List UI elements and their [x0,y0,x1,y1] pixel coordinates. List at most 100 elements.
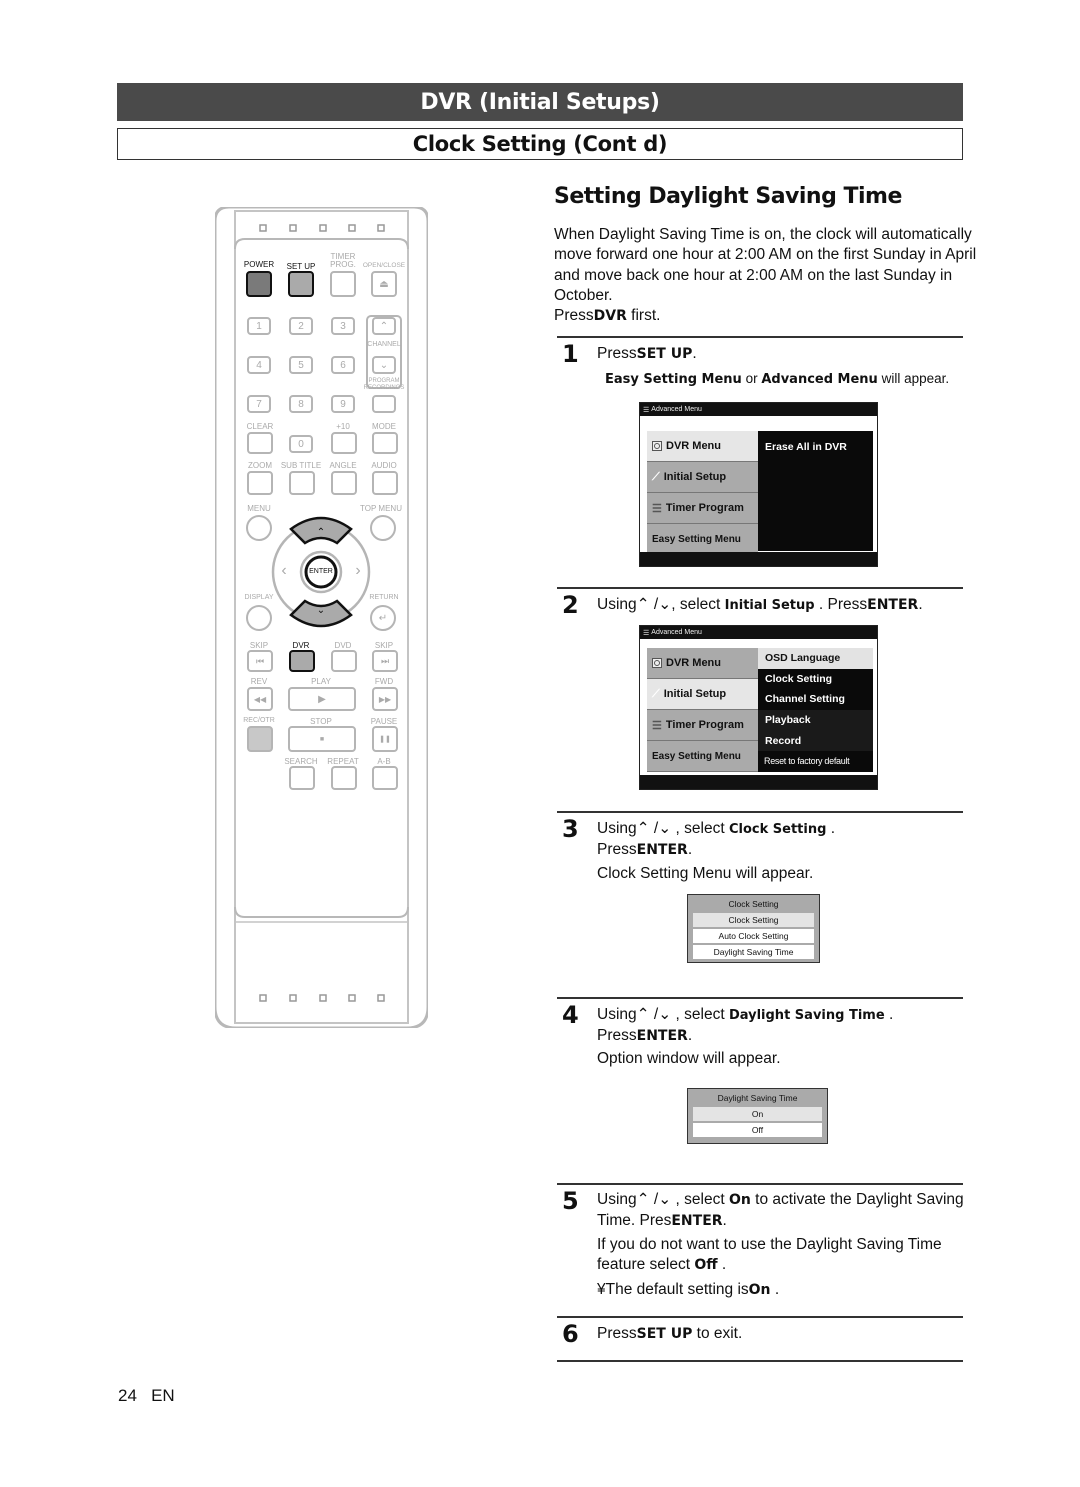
osd-item-timer-program[interactable]: ☰ Timer Program [647,493,758,524]
mode-button[interactable] [372,432,398,454]
section-banner: Clock Setting (Cont d) [117,128,963,160]
divider [557,811,963,813]
osd-title-bar: ☰ Advanced Menu [640,403,877,416]
stop-button[interactable]: ■ [288,726,356,752]
osd-item-reset[interactable]: Reset to factory default [758,751,873,772]
digit-0-button[interactable]: 0 [289,435,313,453]
enter-button[interactable]: ENTER [309,568,333,575]
osd-item-initial-setup[interactable]: ⟋ Initial Setup [647,462,758,493]
step-4-number: 4 [562,1001,579,1029]
repeat-button[interactable] [331,766,357,790]
top-menu-label: TOP MENU [360,504,402,513]
clock-setting-menu: Clock Setting Clock Setting Auto Clock S… [687,894,820,963]
top-menu-button[interactable] [370,515,396,541]
rec-otr-button[interactable] [247,726,273,752]
channel-up-button[interactable]: ⌃ [372,317,396,335]
osd-item-playback[interactable]: Playback [758,709,873,731]
timer-prog-label: TIMER PROG. [330,252,356,269]
search-button[interactable] [289,766,315,790]
left-arrow-icon[interactable]: ‹ [281,562,286,580]
down-arrow-icon[interactable]: ⌄ [317,605,325,616]
digit-2-button[interactable]: 2 [289,317,313,335]
up-arrow-icon[interactable]: ⌃ [317,527,325,538]
ab-button[interactable] [372,766,398,790]
channel-down-button[interactable]: ⌄ [372,356,396,374]
clear-button[interactable] [247,432,273,454]
osd-item-erase-all[interactable]: Erase All in DVR [758,431,873,462]
osd-item-dvr-menu[interactable]: DVR Menu [647,431,758,462]
osd-item-record[interactable]: Record [758,730,873,751]
audio-button[interactable] [372,471,398,495]
digit-1-button[interactable]: 1 [247,317,271,335]
setup-label: SET UP [286,262,316,271]
power-label: POWER [243,260,275,269]
step-5-note-2: ¥The default setting isOn . [597,1281,780,1298]
osd-item-clock-setting[interactable]: Clock Setting [758,669,873,690]
return-button[interactable]: ↵ [370,605,396,631]
step-5-number: 5 [562,1187,579,1215]
open-close-label: OPEN/CLOSE [362,262,406,269]
digit-9-button[interactable]: 9 [331,395,355,413]
osd-item-easy-setting[interactable]: Easy Setting Menu [647,524,758,555]
clock-menu-item[interactable]: Auto Clock Setting [693,929,814,943]
skip-fwd-button[interactable]: ⏭ [372,650,398,672]
digit-6-button[interactable]: 6 [331,356,355,374]
osd-item-easy-setting[interactable]: Easy Setting Menu [647,741,758,772]
step-1-note: Easy Setting Menu or Advanced Menu will … [605,371,950,387]
menu-button[interactable] [246,515,272,541]
advanced-menu-screen-1: ☰ Advanced Menu DVR Menu ⟋ Initial Setup ☰… [639,402,878,567]
play-button[interactable]: ▶ [288,687,356,711]
osd-item-dvr-menu[interactable]: DVR Menu [647,648,758,679]
skip-back-icon: ⏮ [255,655,265,666]
advanced-menu-screen-2: ☰ Advanced Menu DVR Menu ⟋ Initial Setup ☰… [639,625,878,790]
timer-prog-button[interactable] [330,271,356,297]
plus10-button[interactable] [331,432,357,454]
rev-label: REV [250,677,268,686]
wrench-icon: ⟋ [652,470,660,483]
divider [557,336,963,338]
dvd-button[interactable] [331,650,357,672]
chevron-down-icon: ⌄ [379,359,389,371]
angle-label: ANGLE [329,461,357,470]
angle-button[interactable] [331,471,357,495]
skip-back-label: SKIP [249,641,269,650]
fwd-button[interactable]: ▶▶ [372,687,398,711]
digit-4-button[interactable]: 4 [247,356,271,374]
step-6-text: PressSET UP to exit. [597,1325,743,1342]
clock-menu-item[interactable]: Clock Setting [693,913,814,927]
repeat-label: REPEAT [327,757,359,766]
eject-icon: ⏏ [379,278,389,290]
display-label: DISPLAY [244,594,274,601]
setup-button[interactable] [288,271,314,297]
osd-item-channel-setting[interactable]: Channel Setting [758,689,873,710]
step-3-number: 3 [562,815,579,843]
osd-title-bar: ☰ Advanced Menu [640,626,877,639]
subtitle-button[interactable] [289,471,315,495]
rev-button[interactable]: ◀◀ [247,687,273,711]
right-arrow-icon[interactable]: › [355,562,360,580]
dst-option-off[interactable]: Off [693,1123,822,1137]
subtitle-label: SUB TITLE [280,461,322,470]
remote-control-illustration: POWER SET UP TIMER PROG. OPEN/CLOSE ⏏ 1 2… [215,207,428,1028]
skip-fwd-icon: ⏭ [380,655,390,666]
osd-item-osd-language[interactable]: OSD Language [758,648,873,669]
power-button[interactable] [246,271,272,297]
osd-item-timer-program[interactable]: ☰ Timer Program [647,710,758,741]
digit-7-button[interactable]: 7 [247,395,271,413]
digit-5-button[interactable]: 5 [289,356,313,374]
pause-button[interactable]: ❚❚ [372,726,398,752]
dst-option-on[interactable]: On [693,1107,822,1121]
program-recordings-button[interactable] [372,395,396,413]
open-close-button[interactable]: ⏏ [371,271,397,297]
digit-8-button[interactable]: 8 [289,395,313,413]
clock-menu-item[interactable]: Daylight Saving Time [693,945,814,959]
skip-back-button[interactable]: ⏮ [247,650,273,672]
dvr-button[interactable] [289,650,315,672]
display-button[interactable] [246,605,272,631]
osd-item-initial-setup[interactable]: ⟋ Initial Setup [647,679,758,710]
zoom-button[interactable] [247,471,273,495]
ab-label: A-B [377,757,391,766]
digit-3-button[interactable]: 3 [331,317,355,335]
step-1-text: PressSET UP. [597,345,697,362]
rewind-icon: ◀◀ [253,694,267,704]
